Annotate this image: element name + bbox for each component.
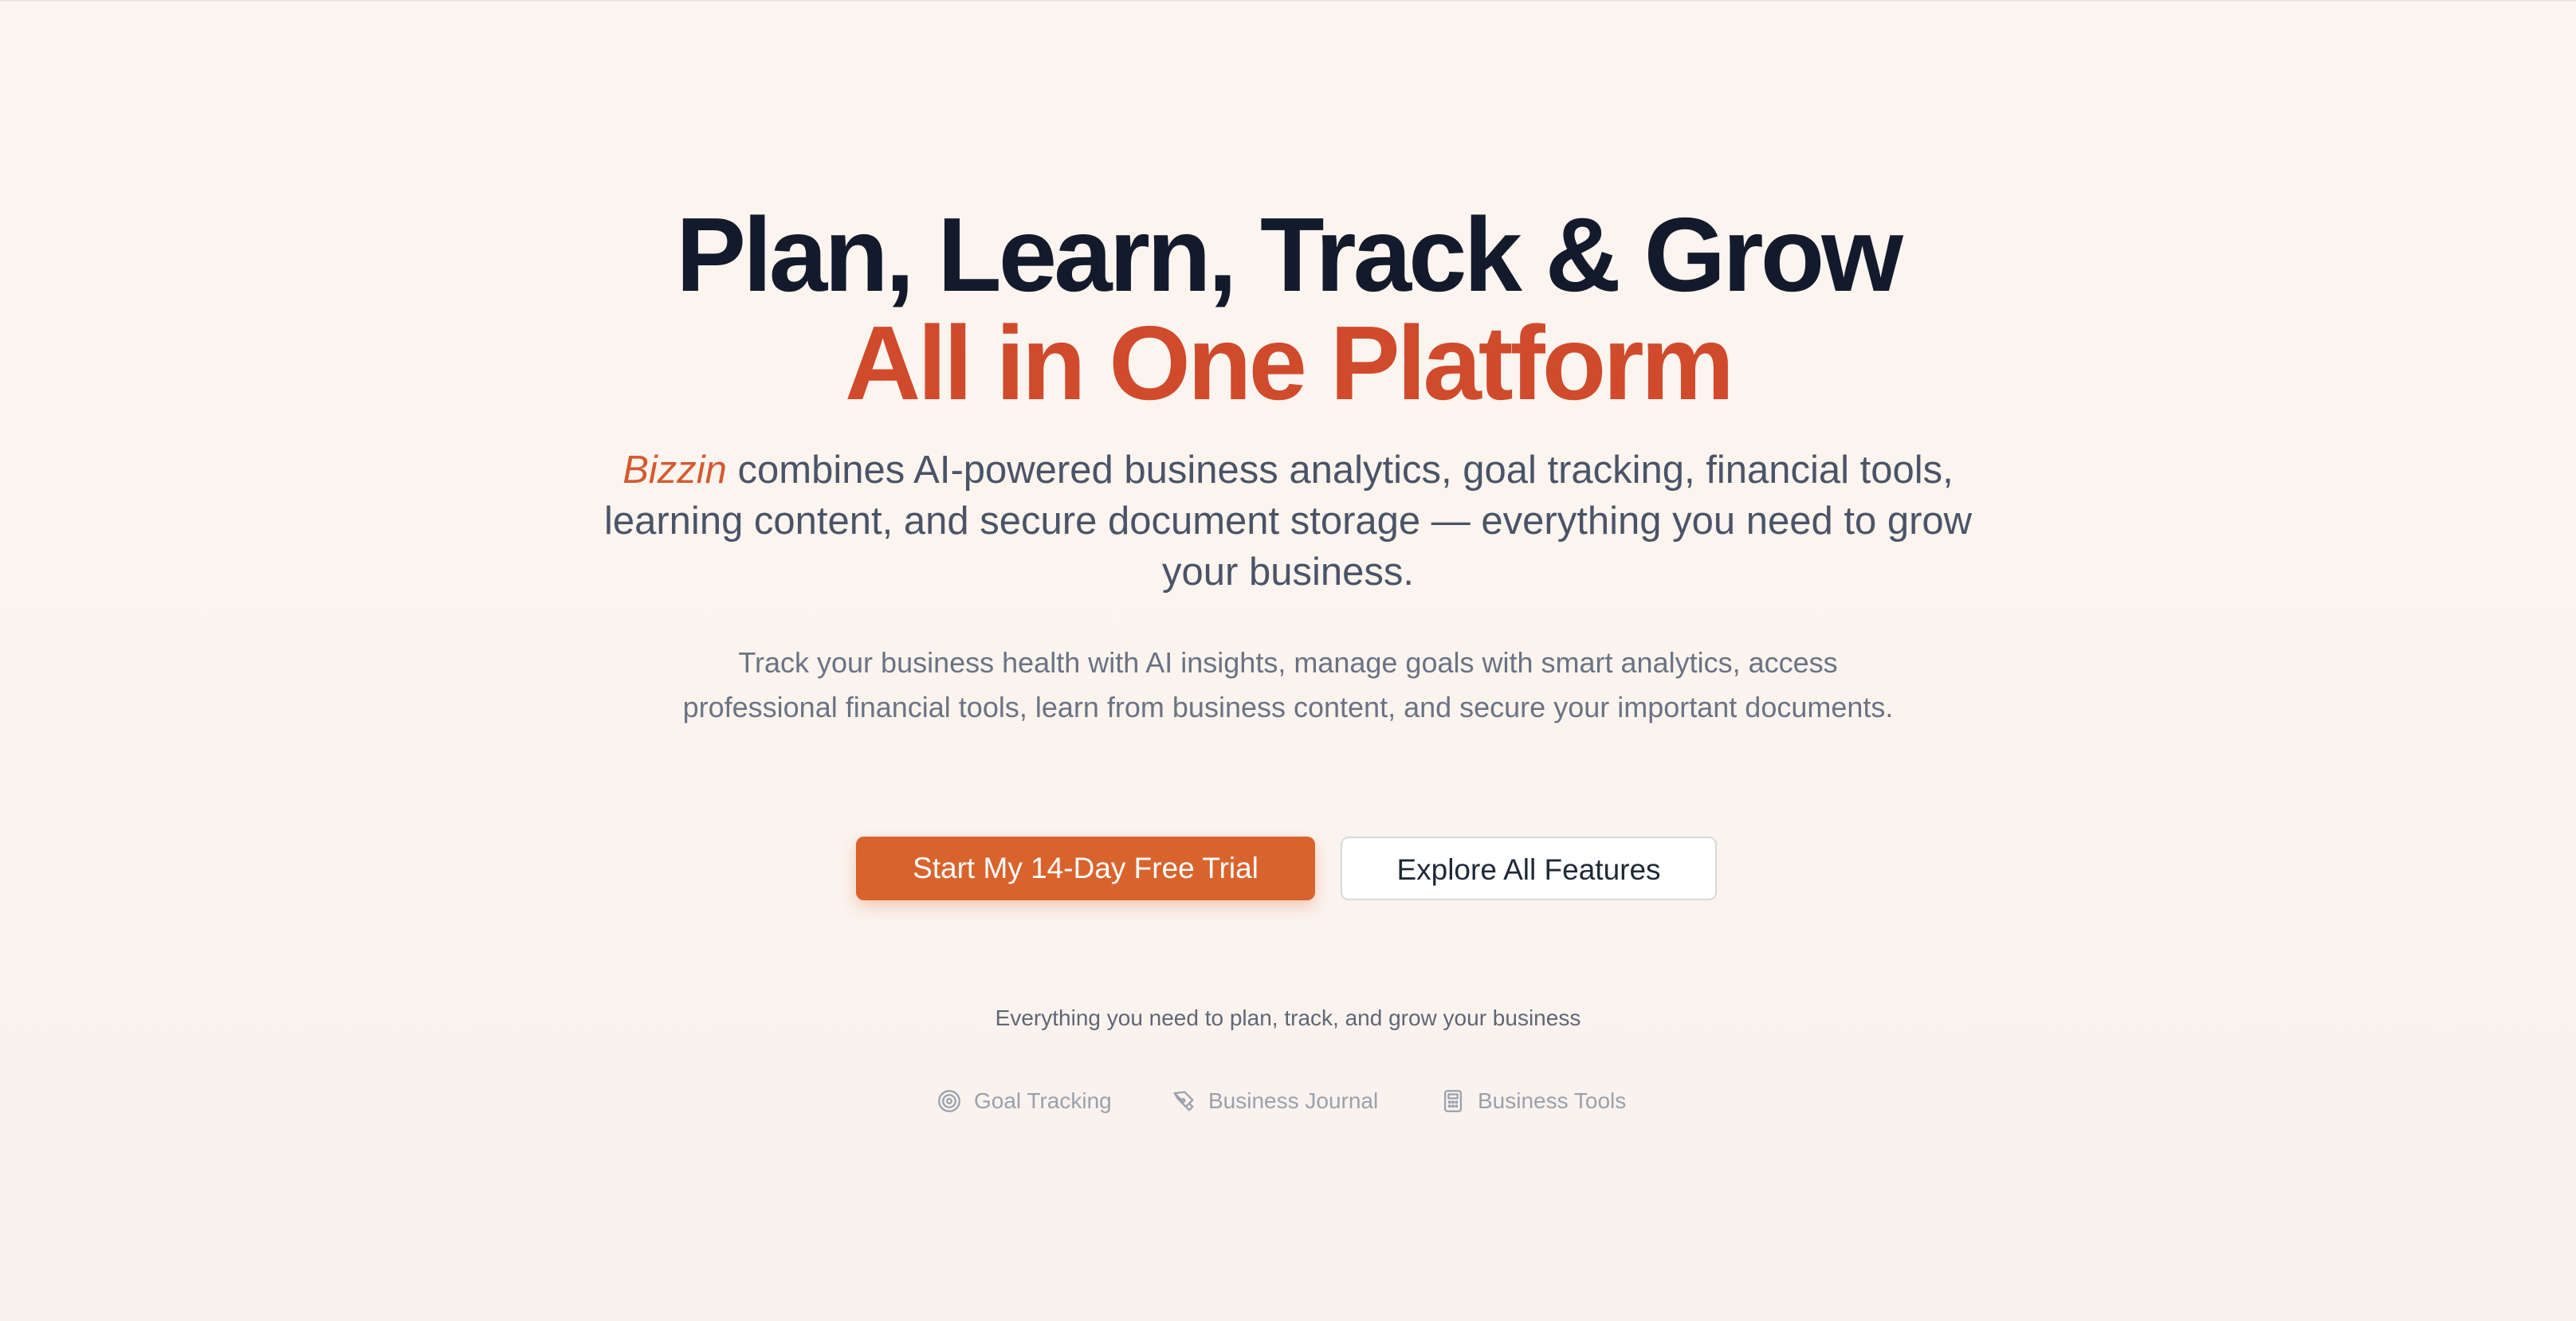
target-icon	[938, 1090, 960, 1112]
pen-icon	[1173, 1091, 1194, 1111]
landing-page: Plan, Learn, Track & Grow All in One Pla…	[0, 0, 2576, 1321]
hero-headline-line1: Plan, Learn, Track & Grow	[676, 196, 1903, 313]
features-tagline: Everything you need to plan, track, and …	[995, 1005, 1581, 1030]
hero-subtitle-text: combines AI-powered business analytics, …	[603, 449, 1973, 594]
brand-name: Bizzin	[622, 449, 727, 492]
feature-label: Goal Tracking	[974, 1088, 1112, 1113]
explore-features-button[interactable]: Explore All Features	[1341, 837, 1717, 900]
feature-list: Goal Tracking Business Journal Business …	[0, 1085, 2576, 1117]
hero-headline-line2: All in One Platform	[844, 304, 1734, 421]
feature-goal-tracking: Goal Tracking	[936, 1085, 1112, 1117]
start-free-trial-button[interactable]: Start My 14-Day Free Trial	[856, 837, 1315, 900]
cta-row: Start My 14-Day Free Trial Explore All F…	[0, 837, 2576, 902]
feature-label: Business Journal	[1208, 1088, 1379, 1113]
feature-business-tools: Business Tools	[1439, 1085, 1626, 1117]
feature-business-journal: Business Journal	[1170, 1085, 1378, 1117]
hero-description: Track your business health with AI insig…	[682, 646, 1894, 723]
feature-label: Business Tools	[1478, 1088, 1627, 1113]
calculator-icon	[1443, 1090, 1463, 1112]
hero-subtitle: Bizzin combines AI-powered business anal…	[571, 445, 2005, 598]
